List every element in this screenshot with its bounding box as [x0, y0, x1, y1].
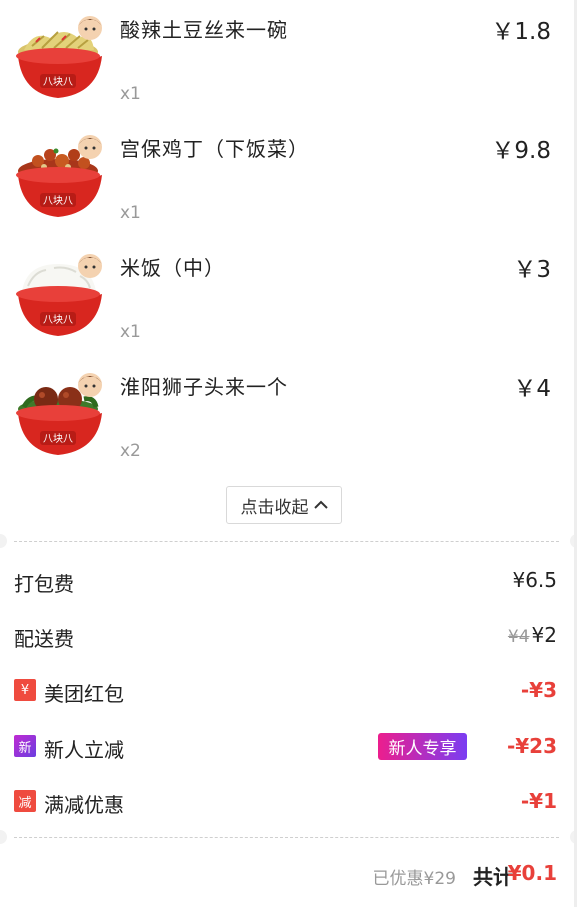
discount-label: 满减优惠 — [44, 793, 124, 817]
item-quantity: x1 — [120, 322, 141, 342]
bowl-brand-text: 八块八 — [43, 195, 73, 207]
packaging-fee-label: 打包费 — [14, 572, 74, 596]
dish-image-lions-head: 八块八 — [14, 369, 106, 461]
order-item-list: 八块八 酸辣土豆丝来一碗 ￥1.8 x1 八块八 宫保鸡丁（下饭菜） ￥9.8 … — [0, 0, 577, 476]
red-packet-icon: ¥ — [14, 679, 36, 701]
discount-value: -¥3 — [520, 678, 557, 702]
collapse-button[interactable]: 点击收起 — [226, 486, 342, 524]
delivery-fee-label: 配送费 — [14, 627, 74, 651]
item-price: ￥1.8 — [491, 19, 551, 45]
item-price: ￥3 — [513, 257, 551, 283]
item-price: ￥9.8 — [491, 138, 551, 164]
dish-image-potato: 八块八 — [14, 12, 106, 104]
new-user-icon: 新 — [14, 735, 36, 757]
discount-row-redpacket: ¥ 美团红包 -¥3 — [0, 670, 577, 710]
dish-image-rice: 八块八 — [14, 250, 106, 342]
delivery-fee-row: 配送费 ¥4 ¥2 — [0, 615, 577, 655]
collapse-label: 点击收起 — [240, 497, 309, 518]
item-quantity: x1 — [120, 203, 141, 223]
discount-value: -¥23 — [506, 734, 557, 758]
bowl-brand-text: 八块八 — [43, 314, 73, 326]
delivery-fee-original: ¥4 — [507, 627, 530, 647]
divider — [14, 541, 559, 542]
full-reduction-icon: 减 — [14, 790, 36, 812]
item-price: ￥4 — [513, 376, 551, 402]
bowl-brand-text: 八块八 — [43, 433, 73, 445]
item-name: 酸辣土豆丝来一碗 — [120, 18, 288, 42]
discount-label: 新人立减 — [44, 738, 124, 762]
order-item: 八块八 米饭（中） ￥3 x1 — [0, 238, 577, 357]
saved-amount: 已优惠¥29 — [372, 869, 456, 889]
divider — [14, 837, 559, 838]
order-item: 八块八 宫保鸡丁（下饭菜） ￥9.8 x1 — [0, 119, 577, 238]
discount-label: 美团红包 — [44, 682, 124, 706]
delivery-fee-current: ¥2 — [531, 623, 557, 647]
bowl-brand-text: 八块八 — [43, 76, 73, 88]
order-item: 八块八 淮阳狮子头来一个 ￥4 x2 — [0, 357, 577, 476]
discount-value: -¥1 — [520, 789, 557, 813]
item-quantity: x2 — [120, 441, 141, 461]
packaging-fee-row: 打包费 ¥6.5 — [0, 560, 577, 600]
order-item: 八块八 酸辣土豆丝来一碗 ￥1.8 x1 — [0, 0, 577, 119]
total-value: ¥0.1 — [507, 861, 557, 885]
new-user-exclusive-badge: 新人专享 — [378, 733, 467, 760]
delivery-fee-value: ¥4 ¥2 — [508, 623, 557, 647]
notch-left — [0, 830, 7, 844]
order-total-row: 已优惠¥29 共计 ¥0.1 — [0, 852, 577, 896]
discount-row-newuser: 新 新人立减 新人专享 -¥23 — [0, 726, 577, 766]
item-quantity: x1 — [120, 84, 141, 104]
dish-image-kung-pao: 八块八 — [14, 131, 106, 223]
packaging-fee-value: ¥6.5 — [512, 568, 557, 592]
discount-row-fullreduction: 减 满减优惠 -¥1 — [0, 781, 577, 821]
item-name: 宫保鸡丁（下饭菜） — [120, 137, 309, 161]
item-name: 淮阳狮子头来一个 — [120, 375, 288, 399]
item-name: 米饭（中） — [120, 256, 225, 280]
notch-left — [0, 534, 7, 548]
chevron-up-icon — [313, 495, 328, 515]
